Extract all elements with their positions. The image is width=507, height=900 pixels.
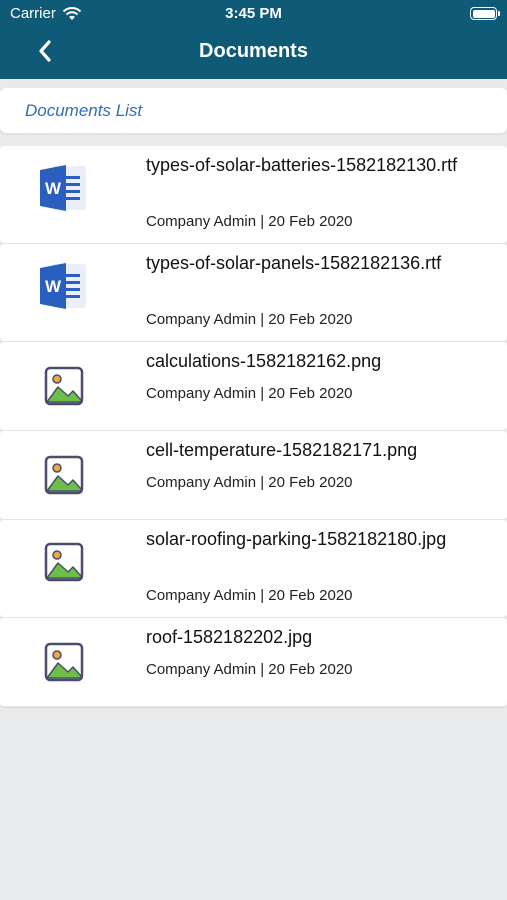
- documents-list: W types-of-solar-batteries-1582182130.rt…: [0, 146, 507, 707]
- image-file-icon: [44, 542, 84, 582]
- list-item[interactable]: W types-of-solar-panels-1582182136.rtf C…: [0, 244, 507, 342]
- file-name: solar-roofing-parking-1582182180.jpg: [146, 529, 447, 549]
- file-meta: Company Admin | 20 Feb 2020: [146, 474, 353, 491]
- list-item[interactable]: calculations-1582182162.png Company Admi…: [0, 342, 507, 431]
- file-name: calculations-1582182162.png: [146, 351, 382, 371]
- word-doc-icon: W: [40, 165, 86, 211]
- page-title: Documents: [199, 40, 308, 62]
- list-item[interactable]: roof-1582182202.jpg Company Admin | 20 F…: [0, 618, 507, 707]
- section-title: Documents List: [25, 101, 143, 120]
- file-meta: Company Admin | 20 Feb 2020: [146, 311, 353, 328]
- list-item[interactable]: cell-temperature-1582182171.png Company …: [0, 431, 507, 520]
- nav-bar: Documents: [0, 28, 507, 79]
- file-name: roof-1582182202.jpg: [146, 627, 313, 647]
- battery-icon: [470, 7, 500, 20]
- file-meta: Company Admin | 20 Feb 2020: [146, 385, 353, 402]
- file-meta: Company Admin | 20 Feb 2020: [146, 661, 353, 678]
- status-time: 3:45 PM: [225, 5, 282, 22]
- file-name: types-of-solar-panels-1582182136.rtf: [146, 253, 442, 273]
- image-file-icon: [44, 366, 84, 406]
- list-item[interactable]: solar-roofing-parking-1582182180.jpg Com…: [0, 520, 507, 618]
- app-header: Carrier 3:45 PM Documents: [0, 0, 507, 79]
- status-bar: Carrier 3:45 PM: [0, 0, 507, 28]
- file-meta: Company Admin | 20 Feb 2020: [146, 587, 353, 604]
- image-file-icon: [44, 455, 84, 495]
- svg-text:W: W: [45, 179, 62, 198]
- file-name: types-of-solar-batteries-1582182130.rtf: [146, 155, 458, 175]
- section-header: Documents List: [0, 88, 507, 133]
- file-name: cell-temperature-1582182171.png: [146, 440, 418, 460]
- image-file-icon: [44, 642, 84, 682]
- list-item[interactable]: W types-of-solar-batteries-1582182130.rt…: [0, 146, 507, 244]
- file-meta: Company Admin | 20 Feb 2020: [146, 213, 353, 230]
- svg-text:W: W: [45, 277, 62, 296]
- word-doc-icon: W: [40, 263, 86, 309]
